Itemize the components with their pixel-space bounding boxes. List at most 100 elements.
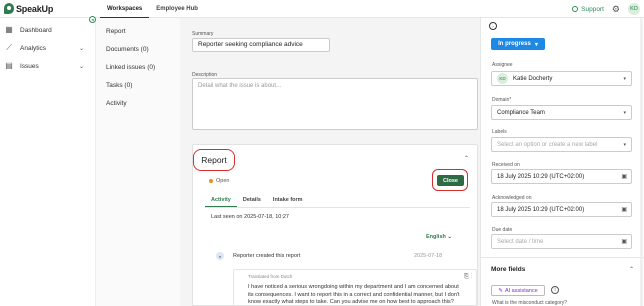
due-date-label: Due date — [492, 227, 513, 233]
summary-label: Summary — [192, 31, 214, 37]
chevron-down-icon: ⌄ — [78, 63, 84, 70]
header-actions: Support ⚙ KD — [572, 3, 640, 15]
message-tools: ⎘ ⋮ — [464, 274, 472, 281]
acknowledged-date-field[interactable]: 18 July 2025 10:29 (UTC+02:00) ▣ — [491, 202, 632, 217]
subnav-linked-issues[interactable]: Linked issues (0) — [96, 59, 180, 77]
domain-label: Domain* — [492, 97, 512, 103]
ai-button-label: AI assistance — [504, 287, 538, 294]
logo[interactable]: SpeakUp — [4, 3, 53, 14]
status-badge: Open — [209, 178, 229, 184]
assignee-select[interactable]: KD Katie Docherty ▾ — [491, 71, 632, 86]
analytics-icon: ⟋ — [6, 43, 12, 52]
sidebar-item-issues[interactable]: ▤ Issues ⌄ — [0, 57, 92, 75]
status-dropdown-button[interactable]: In progress ▾ — [491, 38, 545, 50]
translated-label: Translated from Dutch — [248, 274, 293, 279]
support-icon — [572, 6, 579, 12]
assignee-avatar: KD — [497, 73, 508, 84]
caret-down-icon: ▾ — [534, 41, 538, 48]
due-date-field[interactable]: Select date / time ▣ — [491, 234, 632, 249]
tab-intake-form[interactable]: Intake form — [267, 193, 309, 207]
tab-activity[interactable]: Activity — [205, 193, 237, 207]
received-date-field[interactable]: 18 July 2025 10:29 (UTC+02:00) ▣ — [491, 169, 632, 184]
activity-entry-date: 2025-07-18 — [414, 253, 443, 259]
issues-icon: ▤ — [5, 61, 13, 70]
subnav-report[interactable]: Report — [96, 23, 180, 41]
chevron-down-icon: ▾ — [623, 75, 626, 82]
language-select[interactable]: English ⌄ — [426, 234, 452, 240]
avatar[interactable]: KD — [628, 3, 640, 15]
issue-subnav: Report Documents (0) Linked issues (0) T… — [95, 18, 180, 306]
user-icon: ● — [216, 252, 224, 260]
report-card: Report ⌃ Open Close Activity Details Int… — [192, 144, 478, 306]
subnav-activity[interactable]: Activity — [96, 95, 180, 113]
translate-icon[interactable]: ⎘ — [464, 274, 469, 280]
labels-select[interactable]: Select an option or create a new label ▾ — [491, 137, 632, 152]
status-button-label: In progress — [498, 41, 531, 47]
support-link[interactable]: Support — [572, 6, 604, 13]
misconduct-category-label: What is the misconduct category? — [492, 300, 568, 306]
acknowledged-value: 18 July 2025 10:29 (UTC+02:00) — [497, 206, 585, 213]
chevron-down-icon: ▾ — [623, 109, 626, 116]
chevron-down-icon: ⌄ — [78, 45, 84, 52]
assignee-name: Katie Docherty — [513, 75, 553, 82]
calendar-icon[interactable]: ▣ — [621, 238, 627, 245]
labels-label: Labels — [492, 129, 507, 135]
sidebar: ▦ Dashboard ⟋ Analytics ⌄ ▤ Issues ⌄ — [0, 18, 92, 306]
sidebar-item-analytics[interactable]: ⟋ Analytics ⌄ — [0, 39, 92, 57]
speakup-logo-icon — [4, 3, 14, 14]
scrollbar[interactable] — [640, 18, 643, 306]
sidebar-item-label: Analytics — [20, 44, 47, 52]
sidebar-item-dashboard[interactable]: ▦ Dashboard — [0, 21, 92, 39]
description-field[interactable]: Detail what the issue is about... — [192, 78, 478, 130]
tab-divider — [205, 207, 470, 208]
chevron-up-icon[interactable]: ⌃ — [464, 155, 469, 162]
domain-select[interactable]: Compliance Team ▾ — [491, 105, 632, 120]
tab-workspaces[interactable]: Workspaces — [100, 0, 150, 18]
more-fields-heading[interactable]: More fields — [491, 266, 525, 273]
top-bar: SpeakUp Workspaces Employee Hub Support … — [0, 0, 644, 18]
last-seen-text: Last seen on 2025-07-18, 10:27 — [211, 214, 289, 220]
tab-details[interactable]: Details — [237, 193, 267, 207]
subnav-documents[interactable]: Documents (0) — [96, 41, 180, 59]
calendar-icon[interactable]: ▣ — [621, 173, 627, 180]
sidebar-item-label: Issues — [20, 62, 39, 70]
support-label: Support — [581, 5, 604, 13]
status-label: Open — [216, 178, 230, 184]
collapse-sidebar-icon[interactable]: ◂ — [89, 16, 96, 23]
message-body: I have noticed a serious wrongdoing with… — [248, 284, 460, 305]
due-date-placeholder: Select date / time — [497, 238, 544, 245]
status-dot-icon — [209, 179, 213, 183]
tab-employee-hub[interactable]: Employee Hub — [149, 0, 205, 18]
close-button[interactable]: Close — [437, 175, 464, 186]
sparkle-icon: ✎ — [498, 287, 503, 294]
calendar-icon[interactable]: ▣ — [621, 206, 627, 213]
labels-placeholder: Select an option or create a new label — [497, 141, 598, 148]
chevron-up-icon[interactable]: ⌃ — [629, 266, 634, 273]
ai-assistance-button[interactable]: ✎ AI assistance — [491, 285, 545, 296]
acknowledged-label: Acknowledged on — [492, 195, 532, 201]
report-title: Report — [193, 149, 235, 171]
dashboard-icon: ▦ — [5, 25, 13, 34]
expand-panel-icon[interactable]: › — [489, 22, 497, 30]
report-tabs: Activity Details Intake form — [205, 193, 309, 207]
more-options-icon[interactable]: ⋮ — [470, 274, 472, 280]
gear-icon[interactable]: ⚙ — [612, 4, 620, 15]
logo-text: SpeakUp — [16, 3, 54, 14]
top-tabs: Workspaces Employee Hub — [100, 0, 205, 18]
subnav-tasks[interactable]: Tasks (0) — [96, 77, 180, 95]
panel-divider — [481, 257, 644, 258]
received-label: Received on — [492, 162, 520, 168]
received-value: 18 July 2025 10:29 (UTC+02:00) — [497, 173, 585, 180]
activity-entry-text: Reporter created this report — [233, 253, 301, 259]
domain-value: Compliance Team — [497, 109, 545, 116]
chevron-down-icon: ⌄ — [447, 234, 453, 240]
main-content: Summary Reporter seeking compliance advi… — [180, 18, 480, 306]
sidebar-item-label: Dashboard — [20, 26, 52, 34]
info-icon[interactable]: i — [551, 286, 559, 294]
assignee-label: Assignee — [492, 62, 513, 68]
summary-input[interactable]: Reporter seeking compliance advice — [192, 38, 330, 52]
language-label: English — [426, 234, 446, 240]
details-panel: › In progress ▾ Assignee KD Katie Docher… — [480, 18, 644, 306]
chevron-down-icon: ▾ — [623, 141, 626, 148]
report-message: Translated from Dutch I have noticed a s… — [233, 269, 477, 306]
